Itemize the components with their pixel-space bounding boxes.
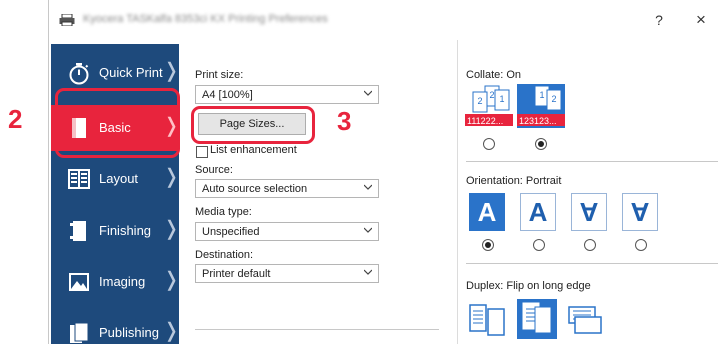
chevron-down-icon: [364, 269, 372, 275]
basic-settings-panel: Print size: A4 [100%] Page Sizes... List…: [179, 40, 720, 344]
section-divider: [195, 329, 439, 330]
print-size-value: A4 [100%]: [202, 89, 253, 101]
section-divider: [466, 263, 718, 264]
list-enhancement-label: List enhancement: [210, 144, 297, 156]
orientation-portrait-rotated-radio[interactable]: [584, 239, 596, 251]
stopwatch-icon: [69, 63, 89, 85]
layout-grid-icon: [68, 169, 90, 189]
chevron-right-icon: ❭: [163, 320, 180, 342]
list-enhancement-checkbox[interactable]: [196, 146, 208, 158]
orientation-landscape-icon[interactable]: A: [520, 193, 556, 231]
collate-off-caption: 111222...: [467, 116, 503, 126]
orientation-landscape-rotated-radio[interactable]: [635, 239, 647, 251]
chevron-down-icon: [364, 227, 372, 233]
collate-off-radio[interactable]: [483, 138, 495, 150]
help-button[interactable]: ?: [649, 10, 669, 30]
window-title: Kyocera TASKalfa 8353ci KX Printing Pref…: [83, 13, 328, 25]
sidebar-item-label: Publishing: [99, 325, 159, 340]
step-3-label: 3: [337, 106, 352, 136]
duplex-long-edge-icon[interactable]: [517, 299, 557, 339]
title-bar: Kyocera TASKalfa 8353ci KX Printing Pref…: [49, 0, 720, 40]
collate-label: Collate: On: [466, 69, 522, 81]
collate-on-radio[interactable]: [535, 138, 547, 150]
sidebar-item-imaging[interactable]: Imaging ❭: [51, 259, 180, 305]
sidebar-item-label: Quick Print: [99, 65, 163, 80]
chevron-down-icon: [364, 184, 372, 190]
sidebar-item-layout[interactable]: Layout ❭: [51, 156, 180, 202]
source-label: Source:: [195, 164, 233, 176]
sidebar-item-label: Finishing: [99, 223, 152, 238]
destination-dropdown[interactable]: Printer default: [195, 264, 379, 283]
collate-on-icon[interactable]: 1 2 123123...: [517, 84, 565, 128]
orientation-portrait-radio[interactable]: [482, 239, 494, 251]
media-type-dropdown[interactable]: Unspecified: [195, 222, 379, 241]
close-button[interactable]: ×: [689, 10, 713, 30]
svg-text:2: 2: [551, 94, 556, 104]
orientation-portrait-rotated-icon[interactable]: A: [571, 193, 607, 231]
column-separator: [457, 40, 458, 344]
svg-text:2: 2: [477, 96, 482, 106]
chevron-right-icon: ❭: [163, 166, 180, 188]
sidebar-item-finishing[interactable]: Finishing ❭: [51, 208, 180, 254]
collate-off-icon[interactable]: 2 1 2 111222...: [465, 84, 513, 128]
duplex-short-edge-icon[interactable]: [565, 299, 605, 339]
print-size-dropdown[interactable]: A4 [100%]: [195, 85, 379, 104]
chevron-right-icon: ❭: [163, 60, 180, 82]
duplex-label: Duplex: Flip on long edge: [466, 280, 591, 292]
duplex-off-icon[interactable]: [468, 299, 508, 339]
chevron-right-icon: ❭: [163, 269, 180, 291]
step-2-label: 2: [8, 104, 23, 134]
svg-text:2: 2: [489, 90, 494, 100]
media-type-value: Unspecified: [202, 226, 260, 238]
svg-text:1: 1: [499, 94, 504, 104]
chevron-right-icon: ❭: [163, 218, 180, 240]
orientation-label: Orientation: Portrait: [466, 175, 562, 187]
print-size-label: Print size:: [195, 69, 244, 81]
picture-icon: [69, 273, 89, 291]
orientation-landscape-radio[interactable]: [533, 239, 545, 251]
sidebar-item-label: Layout: [99, 171, 139, 186]
page-sizes-callout-highlight: [191, 106, 315, 144]
printer-icon: [59, 14, 75, 26]
source-value: Auto source selection: [202, 183, 308, 195]
collate-on-caption: 123123...: [519, 116, 557, 126]
finishing-icon: [70, 221, 86, 241]
destination-value: Printer default: [202, 268, 271, 280]
destination-label: Destination:: [195, 249, 254, 261]
sidebar-item-label: Imaging: [99, 274, 146, 289]
media-type-label: Media type:: [195, 206, 252, 218]
printing-preferences-window: Kyocera TASKalfa 8353ci KX Printing Pref…: [48, 0, 720, 344]
orientation-portrait-icon[interactable]: A: [469, 193, 505, 231]
chevron-down-icon: [364, 90, 372, 96]
source-dropdown[interactable]: Auto source selection: [195, 179, 379, 198]
section-divider: [466, 161, 718, 162]
orientation-landscape-rotated-icon[interactable]: A: [622, 193, 658, 231]
svg-text:1: 1: [539, 90, 544, 100]
publishing-icon: [70, 322, 89, 343]
sidebar-item-publishing[interactable]: Publishing ❭: [51, 310, 180, 356]
basic-callout-highlight: [55, 88, 180, 158]
